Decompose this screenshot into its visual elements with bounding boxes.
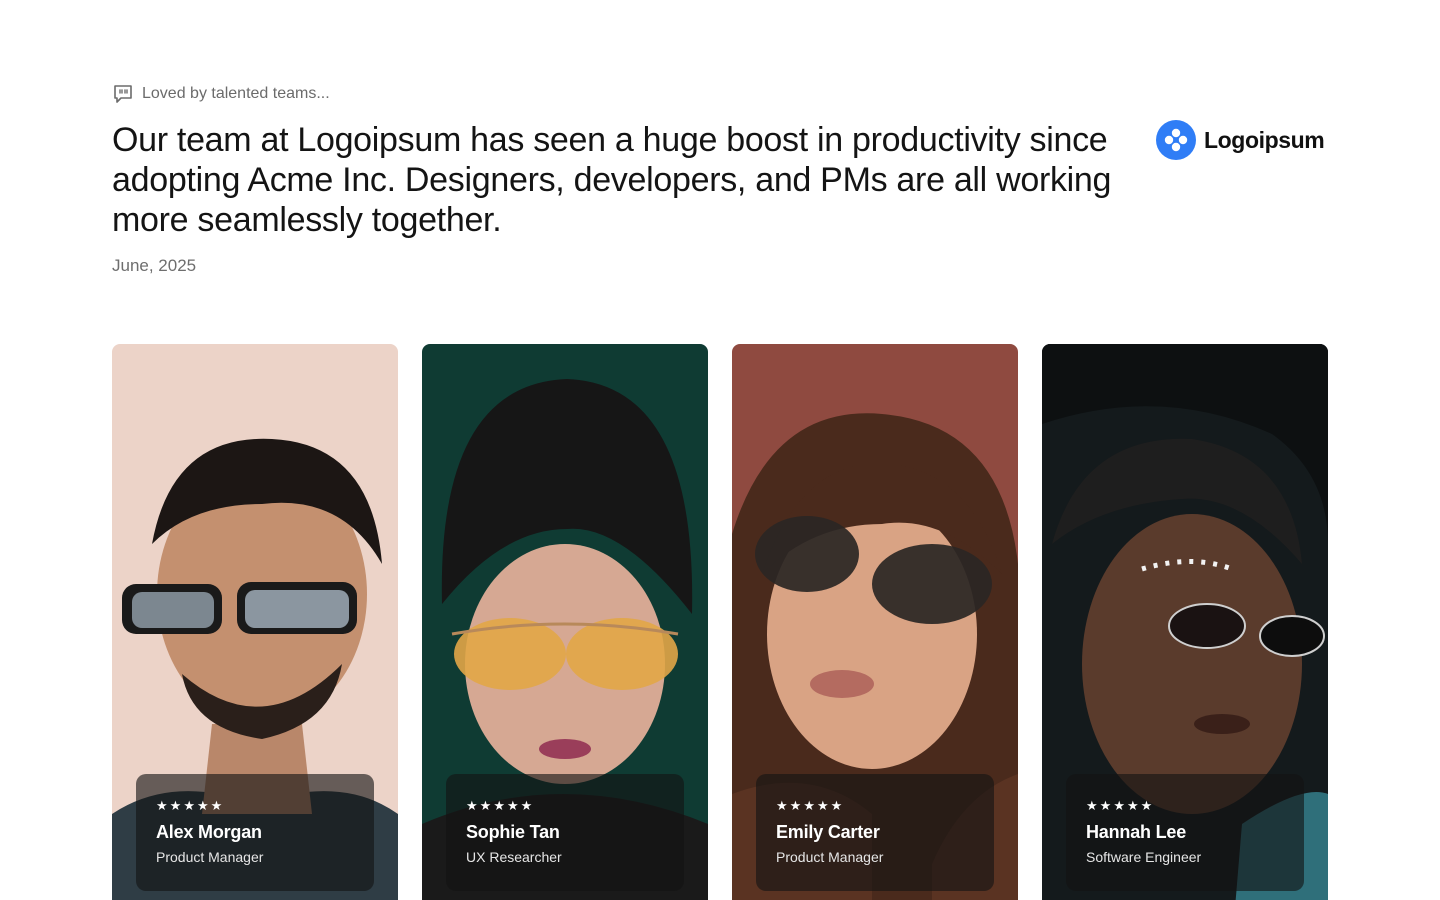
eyebrow-text: Loved by talented teams... [142,85,330,102]
member-info: ★ ★ ★ ★ ★ Sophie Tan UX Researcher [446,774,684,891]
member-info: ★ ★ ★ ★ ★ Emily Carter Product Manager [756,774,994,891]
star-icon: ★ [776,798,788,813]
team-card[interactable]: ★ ★ ★ ★ ★ Sophie Tan UX Researcher [422,344,708,900]
star-icon: ★ [183,798,195,813]
rating-stars: ★ ★ ★ ★ ★ [1086,798,1284,813]
member-name: Alex Morgan [156,822,262,842]
star-icon: ★ [210,798,223,813]
member-role: Product Manager [776,849,884,865]
star-icon: ★ [520,798,533,813]
star-icon: ★ [830,798,843,813]
member-role: UX Researcher [466,849,562,865]
team-cards: ★ ★ ★ ★ ★ Alex Morgan Product Manager ★ ★ ★ ★ ★ … [112,344,1328,900]
member-info: ★ ★ ★ ★ ★ Hannah Lee Software Engineer [1066,774,1304,891]
team-card[interactable]: ★ ★ ★ ★ ★ Emily Carter Product Manager [732,344,1018,900]
member-name: Sophie Tan [466,822,560,842]
star-icon: ★ [803,798,815,813]
brand-logo[interactable]: Logoipsum [1156,120,1325,160]
team-card[interactable]: ★ ★ ★ ★ ★ Hannah Lee Software Engineer [1042,344,1328,900]
star-icon: ★ [816,798,829,813]
brand-name: Logoipsum [1204,126,1325,153]
star-icon: ★ [1126,798,1139,813]
rating-stars: ★ ★ ★ ★ ★ [466,798,664,813]
member-info: ★ ★ ★ ★ ★ Alex Morgan Product Manager [136,774,374,891]
eyebrow: Loved by talented teams... [112,83,330,105]
member-role: Software Engineer [1086,849,1202,865]
star-icon: ★ [493,798,505,813]
testimonial-date: June, 2025 [112,256,197,275]
logoipsum-logo-icon [1156,120,1196,160]
member-name: Hannah Lee [1086,822,1187,842]
team-card[interactable]: ★ ★ ★ ★ ★ Alex Morgan Product Manager [112,344,398,900]
star-icon: ★ [1086,798,1098,813]
member-role: Product Manager [156,849,264,865]
star-icon: ★ [1140,798,1153,813]
star-icon: ★ [506,798,519,813]
rating-stars: ★ ★ ★ ★ ★ [776,798,974,813]
star-icon: ★ [466,798,478,813]
star-icon: ★ [1113,798,1125,813]
star-icon: ★ [196,798,209,813]
testimonial-quote: Our team at Logoipsum has seen a huge bo… [112,121,1112,239]
rating-stars: ★ ★ ★ ★ ★ [156,798,354,813]
star-icon: ★ [479,798,492,813]
star-icon: ★ [1099,798,1112,813]
star-icon: ★ [169,798,182,813]
member-name: Emily Carter [776,822,880,842]
quote-bubble-icon [114,85,132,103]
star-icon: ★ [789,798,802,813]
star-icon: ★ [156,798,168,813]
